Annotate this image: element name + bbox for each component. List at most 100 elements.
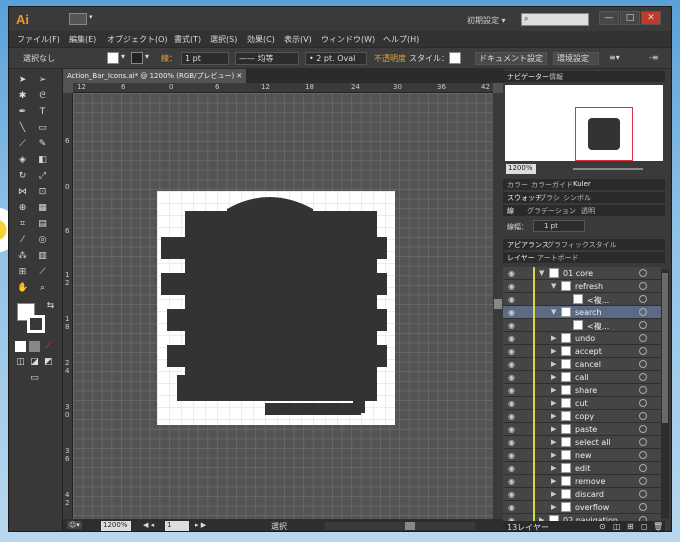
menu-file[interactable]: ファイル(F) (17, 34, 60, 45)
gradient-mode-icon[interactable] (29, 341, 40, 352)
locate-object-icon[interactable]: ⊙ (599, 522, 606, 531)
navigator-preview[interactable] (505, 85, 663, 161)
line-tool-icon[interactable]: ╲ (17, 123, 28, 134)
vertical-ruler[interactable]: 6 0 6 1 2 1 8 2 4 3 0 3 6 4 2 (63, 93, 73, 519)
layer-row[interactable]: ◉ ▼ search (503, 306, 661, 319)
expand-right-icon[interactable]: ▶ (551, 347, 556, 355)
artboard[interactable] (157, 191, 395, 425)
target-circle-icon[interactable] (639, 282, 647, 290)
tab-artboards[interactable]: アートボード (537, 253, 579, 263)
tab-graphic-styles[interactable]: グラフィックスタイル (547, 240, 617, 250)
target-circle-icon[interactable] (639, 269, 647, 277)
mesh-tool-icon[interactable]: ⌗ (17, 219, 28, 230)
stroke-color-box[interactable] (27, 315, 45, 333)
horizontal-scrollbar[interactable] (325, 522, 475, 530)
prev-artboard-button[interactable]: ◀ ◂ (143, 521, 154, 529)
menu-help[interactable]: ヘルプ(H) (383, 34, 419, 45)
expand-right-icon[interactable]: ▶ (551, 477, 556, 485)
layer-row[interactable]: ◉ ▶ new (503, 449, 661, 462)
target-circle-icon[interactable] (639, 295, 647, 303)
document-setup-button[interactable]: ドキュメント設定 (475, 52, 547, 65)
layer-row[interactable]: ◉ ▶ accept (503, 345, 661, 358)
layer-row[interactable]: ◉ ▼ 01 core (503, 267, 661, 280)
stroke-weight-field[interactable]: 1 pt (181, 52, 229, 65)
tab-transparency[interactable]: 透明 (581, 206, 595, 216)
variable-width-profile[interactable]: —— 均等 (235, 52, 299, 65)
tab-swatches[interactable]: スウォッチ (507, 193, 542, 203)
layer-row[interactable]: ◉ <複... (503, 293, 661, 306)
visibility-eye-icon[interactable]: ◉ (508, 425, 515, 434)
horizontal-ruler[interactable]: 12 6 0 6 12 18 24 30 36 42 (73, 83, 493, 93)
scrollbar-thumb[interactable] (494, 299, 502, 309)
magic-wand-tool-icon[interactable]: ✱ (17, 91, 28, 102)
target-circle-icon[interactable] (639, 477, 647, 485)
expand-right-icon[interactable]: ▶ (551, 438, 556, 446)
rectangle-tool-icon[interactable]: ▭ (37, 123, 48, 134)
selection-tool-icon[interactable]: ➤ (17, 75, 28, 86)
visibility-eye-icon[interactable]: ◉ (508, 269, 515, 278)
layer-row[interactable]: ◉ ▶ cancel (503, 358, 661, 371)
visibility-eye-icon[interactable]: ◉ (508, 282, 515, 291)
color-mode-icon[interactable] (15, 341, 26, 352)
tab-layers[interactable]: レイヤー (507, 253, 535, 263)
hand-tool-icon[interactable]: ✋ (17, 283, 28, 294)
workspace-switcher[interactable]: 初期設定 ▾ (467, 15, 506, 26)
target-circle-icon[interactable] (639, 451, 647, 459)
stroke-swatch[interactable] (131, 52, 143, 64)
expand-right-icon[interactable]: ▶ (551, 373, 556, 381)
delete-layer-icon[interactable]: 🗑 (653, 522, 663, 531)
tab-color-guide[interactable]: カラーガイド (531, 180, 573, 190)
visibility-eye-icon[interactable]: ◉ (508, 399, 515, 408)
tab-color[interactable]: カラー (507, 180, 528, 190)
layer-row[interactable]: ◉ ▶ copy (503, 410, 661, 423)
scrollbar-thumb[interactable] (405, 522, 415, 530)
slice-tool-icon[interactable]: ⟋ (37, 267, 48, 278)
menu-effect[interactable]: 効果(C) (247, 34, 275, 45)
chevron-down-icon[interactable]: ▾ (121, 52, 125, 61)
layer-row[interactable]: ◉ ▶ undo (503, 332, 661, 345)
pen-tool-icon[interactable]: ✒ (17, 107, 28, 118)
symbol-sprayer-tool-icon[interactable]: ⁂ (17, 251, 28, 262)
expand-right-icon[interactable]: ▶ (551, 412, 556, 420)
visibility-eye-icon[interactable]: ◉ (508, 451, 515, 460)
none-mode-icon[interactable]: ⁄ (43, 341, 54, 352)
eyedropper-tool-icon[interactable]: ⁄ (17, 235, 28, 246)
canvas[interactable] (73, 93, 493, 519)
visibility-eye-icon[interactable]: ◉ (508, 412, 515, 421)
stroke-label[interactable]: 線： (161, 53, 177, 64)
visibility-eye-icon[interactable]: ◉ (508, 373, 515, 382)
direct-selection-tool-icon[interactable]: ➢ (37, 75, 48, 86)
visibility-eye-icon[interactable]: ◉ (508, 321, 515, 330)
column-graph-tool-icon[interactable]: ▥ (37, 251, 48, 262)
arrange-documents-button[interactable] (69, 13, 87, 25)
menu-edit[interactable]: 編集(E) (69, 34, 96, 45)
tab-kuler[interactable]: Kuler (573, 180, 591, 188)
lasso-tool-icon[interactable]: ᘓ (37, 91, 48, 102)
minimize-button[interactable]: — (599, 11, 619, 25)
arrange-icon[interactable]: ≡▾ (609, 53, 620, 62)
target-circle-icon[interactable] (639, 438, 647, 446)
expand-right-icon[interactable]: ▶ (551, 360, 556, 368)
layer-row[interactable]: ◉ ▶ overflow (503, 501, 661, 514)
target-circle-icon[interactable] (639, 399, 647, 407)
menu-window[interactable]: ウィンドウ(W) (321, 34, 375, 45)
width-tool-icon[interactable]: ⋈ (17, 187, 28, 198)
document-tab[interactable]: Action_Bar_Icons.ai* @ 1200% (RGB/プレビュー)… (63, 69, 247, 83)
draw-inside-icon[interactable]: ◩ (43, 357, 54, 368)
zoom-tool-icon[interactable]: ⌕ (37, 283, 48, 294)
target-circle-icon[interactable] (639, 386, 647, 394)
expand-right-icon[interactable]: ▶ (551, 503, 556, 511)
tab-stroke[interactable]: 線 (507, 206, 514, 216)
expand-right-icon[interactable]: ▶ (551, 425, 556, 433)
selected-icon-artwork[interactable] (157, 191, 395, 425)
target-circle-icon[interactable] (639, 321, 647, 329)
expand-right-icon[interactable]: ▶ (551, 490, 556, 498)
visibility-eye-icon[interactable]: ◉ (508, 438, 515, 447)
expand-right-icon[interactable]: ▶ (551, 451, 556, 459)
menu-view[interactable]: 表示(V) (284, 34, 312, 45)
expand-down-icon[interactable]: ▼ (551, 308, 556, 316)
expand-right-icon[interactable]: ▶ (551, 334, 556, 342)
zoom-field[interactable]: 1200% (101, 521, 131, 531)
visibility-eye-icon[interactable]: ◉ (508, 360, 515, 369)
draw-normal-icon[interactable]: ◫ (15, 357, 26, 368)
